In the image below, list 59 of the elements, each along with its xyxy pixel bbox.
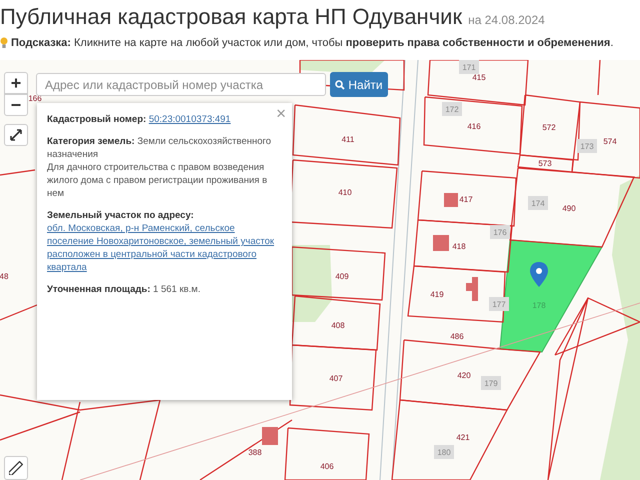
parcel-number: 572 (542, 123, 556, 132)
hint-text: Подсказка: Кликните на карте на любой участок или дом, чтобы проверить права собственности и обременения. (11, 37, 614, 49)
lightbulb-icon (0, 37, 8, 49)
building-number: 179 (484, 379, 498, 388)
building (481, 376, 501, 390)
search-icon (335, 80, 346, 90)
parcel-info-text: Уточненная площадь: 1 561 кв.м. (47, 283, 202, 296)
building-number: 172 (445, 105, 459, 114)
building-number: 177 (492, 300, 506, 309)
parcel-number: 417 (459, 195, 473, 204)
parcel-number: 418 (452, 242, 466, 251)
parcel-info-text: Кадастровый номер: 50:23:0010373:491 (47, 113, 232, 126)
parcel-number: 409 (335, 272, 349, 281)
building (489, 297, 509, 311)
search-field[interactable]: Адрес или кадастровый номер участка (36, 73, 326, 96)
parcel-number: 490 (562, 204, 576, 213)
building-number: 171 (462, 63, 476, 72)
fullscreen-button[interactable] (4, 124, 28, 146)
parcel-number: 486 (450, 332, 464, 341)
date-text: на 24.08.2024 (468, 13, 545, 27)
building (577, 139, 597, 153)
parcel-number: 166 (28, 94, 42, 103)
parcel-number: 420 (457, 371, 471, 380)
parcel-number: 419 (430, 290, 444, 299)
parcel-info-text: Земельный участок по адресу: обл. Московская, р-н Раменский, сельское поселение Новохаритоновское, земельный участок расположен в центральной части кадастрового квартала (47, 209, 282, 274)
ruler-button[interactable] (4, 456, 28, 480)
expand-icon (10, 129, 22, 141)
parcel-number: 178 (532, 301, 546, 310)
parcel-number: 416 (467, 122, 481, 131)
building (434, 445, 454, 459)
parcel-number: 574 (603, 137, 617, 146)
search-button[interactable]: Найти (330, 72, 388, 97)
zoom-out-button[interactable]: − (4, 94, 28, 116)
parcel-number: 48 (0, 272, 8, 281)
parcel-number: 407 (329, 374, 343, 383)
building (442, 102, 462, 116)
page-title: Публичная кадастровая карта НП Одуванчик (0, 4, 462, 30)
parcel-number: 573 (538, 159, 552, 168)
building-number: 180 (437, 448, 451, 457)
parcel-info-text: Категория земель: Земли сельскохозяйственного назначения (47, 135, 272, 161)
parcel-number: 411 (342, 135, 354, 144)
zoom-in-button[interactable]: + (4, 72, 28, 94)
land-use-text: Для дачного строительства с правом возведения жилого дома с правом регистрации проживания в нем (47, 161, 268, 200)
parcel-number: 415 (472, 73, 486, 82)
building (528, 196, 548, 210)
building (459, 60, 479, 74)
info-link[interactable]: обл. Московская, р-н Раменский, сельское поселение Новохаритоновское, земельный участок расположен в центральной части кадастрового квартала (47, 222, 282, 274)
info-link[interactable]: 50:23:0010373:491 (148, 113, 231, 126)
close-button[interactable]: × (276, 105, 286, 122)
parcel-number: 410 (338, 188, 352, 197)
building-number: 174 (531, 199, 545, 208)
parcel-number: 406 (320, 462, 334, 471)
parcel-number: 388 (248, 448, 262, 457)
building-number: 173 (580, 142, 594, 151)
parcel-number: 408 (331, 321, 345, 330)
building (490, 225, 510, 239)
map-pin-icon[interactable] (530, 262, 548, 287)
parcel-number: 421 (456, 433, 470, 442)
building-number: 176 (493, 228, 507, 237)
